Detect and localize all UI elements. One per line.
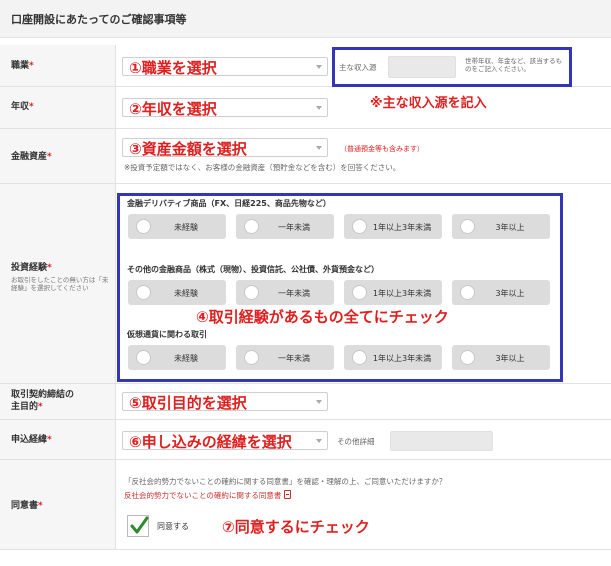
occupation-annotation: ①職業を選択 <box>129 59 217 77</box>
assets-label: 金融資産 <box>11 152 48 162</box>
assets-note: ※投資予定額ではなく、お客様の金融資産（預貯金などを含む）を回答ください。 <box>124 163 401 172</box>
row-income: 年収* ②年収を選択 <box>0 87 611 129</box>
section-title: 口座開設にあたってのご確認事項等 <box>11 13 187 26</box>
section-header: 口座開設にあたってのご確認事項等 <box>0 0 611 38</box>
radio-g1-under1[interactable]: 一年未満 <box>236 214 334 239</box>
income-label: 年収 <box>11 102 30 112</box>
row-label-income: 年収* <box>0 87 116 128</box>
experience-label-note: お取引をしたことの無い方は「未経験」を選択してください <box>11 276 109 292</box>
consent-checkbox-label: 同意する <box>157 522 189 531</box>
income-select[interactable]: ②年収を選択 <box>122 98 328 118</box>
experience-annotation: ④取引経験があるもの全てにチェック <box>196 308 449 326</box>
chevron-down-icon <box>316 400 322 404</box>
chevron-down-icon <box>316 439 322 443</box>
income-source-highlight <box>332 47 572 87</box>
radio-g3-over3[interactable]: 3年以上 <box>452 345 550 370</box>
row-label-experience: 投資経験* お取引をしたことの無い方は「未経験」を選択してください <box>0 184 116 383</box>
chevron-down-icon <box>316 65 322 69</box>
experience-group-title: 仮想通貨に関わる取引 <box>127 330 207 339</box>
row-label-application: 申込経緯* <box>0 420 116 459</box>
row-label-occupation: 職業* <box>0 45 116 86</box>
row-assets: 金融資産* ③資産金額を選択 （普通預金等も含みます） ※投資予定額ではなく、お… <box>0 129 611 184</box>
consent-question: 「反社会的勢力でないことの確約に関する同意書」を確認・理解の上、ご同意いただけま… <box>124 477 447 486</box>
row-application: 申込経緯* ⑥申し込みの経緯を選択 その他詳細 <box>0 420 611 460</box>
chevron-down-icon <box>316 106 322 110</box>
application-label: 申込経緯 <box>11 435 48 445</box>
radio-g2-none[interactable]: 未経験 <box>128 280 226 305</box>
radio-g3-1to3[interactable]: 1年以上3年未満 <box>344 345 442 370</box>
purpose-select[interactable]: ⑤取引目的を選択 <box>122 392 328 412</box>
radio-g1-1to3[interactable]: 1年以上3年未満 <box>344 214 442 239</box>
consent-checkbox[interactable] <box>127 515 149 537</box>
row-label-assets: 金融資産* <box>0 129 116 183</box>
purpose-label-line2: 主目的 <box>11 402 39 412</box>
occupation-select[interactable]: ①職業を選択 <box>122 57 328 77</box>
chevron-down-icon <box>316 146 322 150</box>
consent-annotation: ⑦同意するにチェック <box>222 518 370 536</box>
radio-g3-none[interactable]: 未経験 <box>128 345 226 370</box>
radio-g2-1to3[interactable]: 1年以上3年未満 <box>344 280 442 305</box>
row-purpose: 取引契約締結の 主目的* ⑤取引目的を選択 <box>0 384 611 420</box>
other-detail-input[interactable] <box>390 431 493 451</box>
checkmark-icon <box>130 516 149 534</box>
row-label-consent: 同意書* <box>0 460 116 549</box>
radio-g1-none[interactable]: 未経験 <box>128 214 226 239</box>
radio-g2-over3[interactable]: 3年以上 <box>452 280 550 305</box>
required-mark: * <box>29 61 34 71</box>
purpose-annotation: ⑤取引目的を選択 <box>129 394 247 412</box>
purpose-label-line1: 取引契約締結の <box>11 390 75 400</box>
experience-label: 投資経験 <box>11 263 48 273</box>
experience-group-title: 金融デリバティブ商品（FX、日経225、商品先物など） <box>127 199 331 208</box>
occupation-label: 職業 <box>11 61 30 71</box>
radio-g2-under1[interactable]: 一年未満 <box>236 280 334 305</box>
application-annotation: ⑥申し込みの経緯を選択 <box>129 433 292 451</box>
assets-annotation: ③資産金額を選択 <box>129 140 247 158</box>
experience-group-title: その他の金融商品（株式（現物）、投資信託、公社債、外貨預金など） <box>127 265 379 274</box>
radio-g1-over3[interactable]: 3年以上 <box>452 214 550 239</box>
row-label-purpose: 取引契約締結の 主目的* <box>0 384 116 419</box>
income-annotation: ②年収を選択 <box>129 100 217 118</box>
application-select[interactable]: ⑥申し込みの経緯を選択 <box>122 431 328 451</box>
assets-select[interactable]: ③資産金額を選択 <box>122 138 328 158</box>
pdf-icon <box>284 490 292 499</box>
radio-g3-under1[interactable]: 一年未満 <box>236 345 334 370</box>
consent-link[interactable]: 反社会的勢力でないことの確約に関する同意書 <box>124 490 292 501</box>
other-detail-label: その他詳細 <box>337 437 375 446</box>
assets-side-note: （普通預金等も含みます） <box>340 145 424 153</box>
consent-label: 同意書 <box>11 501 39 511</box>
